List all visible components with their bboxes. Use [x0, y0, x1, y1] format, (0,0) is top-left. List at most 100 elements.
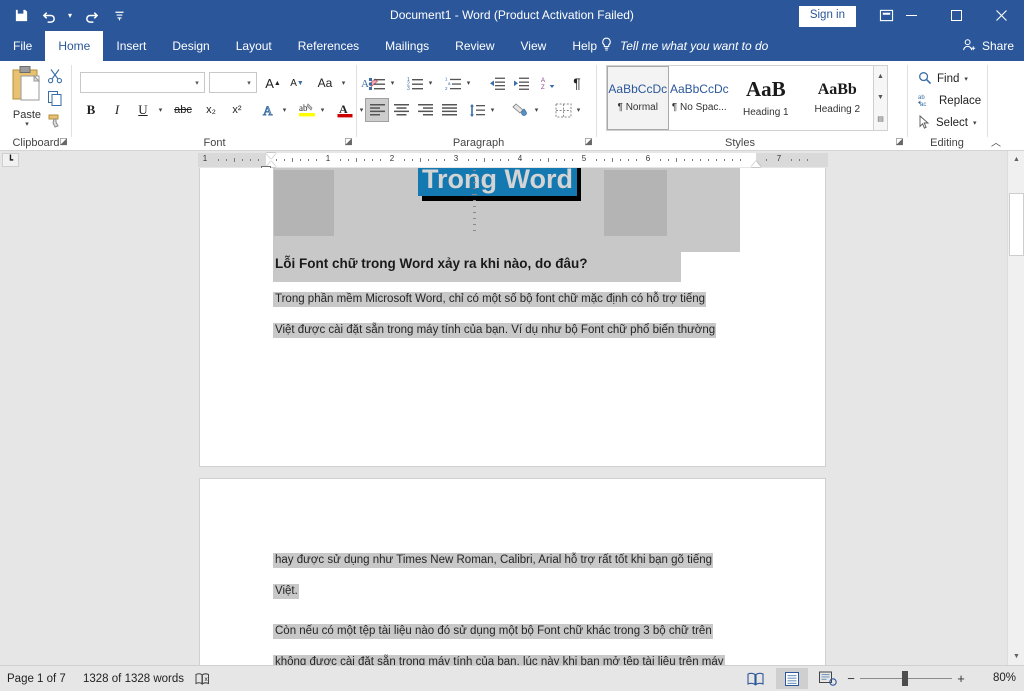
justify-icon[interactable]: [438, 99, 460, 121]
align-left-icon[interactable]: [366, 99, 388, 121]
multilevel-dropdown-icon[interactable]: ▾: [462, 72, 475, 94]
image-placeholder-left[interactable]: [274, 170, 334, 236]
customize-qat-icon[interactable]: [106, 3, 132, 29]
clipboard-dialog-launcher[interactable]: ◪: [57, 135, 70, 148]
document-heading[interactable]: Lỗi Font chữ trong Word xảy ra khi nào, …: [275, 256, 588, 271]
text-effects-icon[interactable]: A: [258, 99, 280, 121]
web-layout-view[interactable]: [812, 668, 844, 689]
print-layout-view[interactable]: [776, 668, 808, 689]
zoom-level-label[interactable]: 80%: [993, 666, 1016, 691]
underline-dropdown-icon[interactable]: ▾: [154, 99, 167, 121]
scroll-up-icon[interactable]: ▲: [1008, 151, 1024, 168]
paragraph-dialog-launcher[interactable]: ◪: [582, 135, 595, 148]
find-dropdown-icon[interactable]: ▾: [964, 75, 968, 83]
tab-layout[interactable]: Layout: [223, 31, 285, 61]
word-count[interactable]: 1328 of 1328 words: [78, 666, 189, 691]
borders-icon[interactable]: [552, 99, 574, 121]
save-icon[interactable]: [8, 3, 34, 29]
style-heading-1[interactable]: AaB Heading 1: [730, 66, 801, 130]
tab-references[interactable]: References: [285, 31, 372, 61]
tab-stop-selector[interactable]: ┗: [2, 153, 19, 167]
shrink-font-button[interactable]: A▼: [286, 72, 308, 94]
font-size-dropdown-icon[interactable]: ▾: [242, 73, 256, 92]
image-placeholder-right[interactable]: [604, 170, 667, 236]
document-paragraph-line[interactable]: Trong phần mềm Microsoft Word, chỉ có mộ…: [273, 292, 706, 307]
font-name-combo[interactable]: ▾: [80, 72, 205, 93]
tab-insert[interactable]: Insert: [103, 31, 159, 61]
style-no-spacing[interactable]: AaBbCcDc ¶ No Spac...: [669, 66, 731, 130]
cut-icon[interactable]: [44, 65, 66, 86]
strikethrough-button[interactable]: abc: [172, 99, 194, 121]
document-paragraph-line[interactable]: không được cài đặt sẵn trong máy tính củ…: [273, 655, 725, 665]
highlight-dropdown-icon[interactable]: ▾: [316, 99, 329, 121]
line-spacing-dropdown-icon[interactable]: ▾: [486, 99, 499, 121]
subscript-button[interactable]: x₂: [200, 99, 222, 121]
undo-dropdown-icon[interactable]: ▾: [64, 3, 76, 29]
document-canvas[interactable]: Trong Word Lỗi Font chữ trong Word xảy r…: [0, 168, 1007, 665]
document-paragraph-line[interactable]: Việt được cài đặt sẵn trong máy tính của…: [273, 323, 716, 338]
text-effects-dropdown-icon[interactable]: ▾: [278, 99, 291, 121]
tell-me-search[interactable]: Tell me what you want to do: [600, 31, 768, 61]
font-size-combo[interactable]: ▾: [209, 72, 257, 93]
borders-dropdown-icon[interactable]: ▾: [572, 99, 585, 121]
undo-icon[interactable]: [36, 3, 62, 29]
style-heading-2[interactable]: AaBb Heading 2: [802, 66, 873, 130]
proofing-errors-icon[interactable]: x: [190, 666, 216, 691]
vertical-scrollbar[interactable]: ▲ ▼: [1007, 151, 1024, 665]
styles-scroll-up-icon[interactable]: ▲: [874, 66, 887, 87]
underline-button[interactable]: U: [132, 99, 154, 121]
numbering-dropdown-icon[interactable]: ▾: [424, 72, 437, 94]
tab-design[interactable]: Design: [159, 31, 222, 61]
styles-scroll-down-icon[interactable]: ▼: [874, 87, 887, 108]
zoom-out-button[interactable]: −: [842, 666, 860, 691]
change-case-button[interactable]: Aa: [312, 72, 338, 94]
redo-icon[interactable]: [78, 3, 104, 29]
tab-view[interactable]: View: [508, 31, 560, 61]
tab-home[interactable]: Home: [45, 31, 103, 61]
horizontal-ruler[interactable]: 1 1 2 3 4: [198, 153, 828, 167]
grow-font-button[interactable]: A▲: [262, 72, 284, 94]
first-line-indent-marker[interactable]: [266, 153, 276, 159]
paste-button[interactable]: Paste ▾: [6, 65, 48, 133]
page-indicator[interactable]: Page 1 of 7: [2, 666, 71, 691]
zoom-slider-track[interactable]: [860, 666, 952, 691]
close-button[interactable]: [979, 0, 1024, 31]
share-button[interactable]: Share: [962, 31, 1014, 61]
multilevel-list-icon[interactable]: 1a2: [442, 72, 464, 94]
copy-icon[interactable]: [44, 87, 66, 108]
document-paragraph-line[interactable]: hay được sử dụng như Times New Roman, Ca…: [273, 553, 713, 568]
select-dropdown-icon[interactable]: ▾: [973, 119, 977, 127]
decrease-indent-icon[interactable]: [486, 72, 508, 94]
shading-icon[interactable]: [510, 99, 532, 121]
bold-button[interactable]: B: [80, 99, 102, 121]
zoom-in-button[interactable]: +: [952, 666, 970, 691]
maximize-button[interactable]: [934, 0, 979, 31]
document-page-2[interactable]: hay được sử dụng như Times New Roman, Ca…: [199, 478, 826, 665]
line-spacing-icon[interactable]: [466, 99, 488, 121]
select-button[interactable]: Select ▾: [915, 113, 979, 133]
collapse-ribbon-icon[interactable]: ︿: [988, 133, 1004, 149]
right-indent-marker[interactable]: [751, 161, 761, 167]
document-paragraph-line[interactable]: Việt.: [273, 584, 299, 599]
font-dialog-launcher[interactable]: ◪: [342, 135, 355, 148]
zoom-slider-group[interactable]: − +: [842, 666, 970, 691]
document-paragraph-line[interactable]: Còn nếu có một tệp tài liệu nào đó sử dụ…: [273, 624, 713, 639]
paragraph-marks-icon[interactable]: ¶: [566, 72, 588, 94]
banner-heading-text[interactable]: Trong Word: [418, 168, 577, 196]
scroll-down-icon[interactable]: ▼: [1008, 648, 1024, 665]
superscript-button[interactable]: x²: [226, 99, 248, 121]
sign-in-button[interactable]: Sign in: [799, 6, 856, 27]
document-page-1[interactable]: Trong Word Lỗi Font chữ trong Word xảy r…: [199, 168, 826, 467]
align-center-icon[interactable]: [390, 99, 412, 121]
read-mode-view[interactable]: [740, 668, 772, 689]
styles-more-icon[interactable]: ▤: [874, 109, 887, 130]
highlight-icon[interactable]: ab: [296, 99, 318, 121]
replace-button[interactable]: abac Replace: [915, 91, 984, 111]
minimize-button[interactable]: [889, 0, 934, 31]
format-painter-icon[interactable]: [44, 109, 66, 130]
style-normal[interactable]: AaBbCcDc ¶ Normal: [607, 66, 669, 130]
font-color-icon[interactable]: A: [334, 99, 356, 121]
italic-button[interactable]: I: [106, 99, 128, 121]
scrollbar-thumb[interactable]: [1009, 193, 1024, 256]
bullets-icon[interactable]: [366, 72, 388, 94]
